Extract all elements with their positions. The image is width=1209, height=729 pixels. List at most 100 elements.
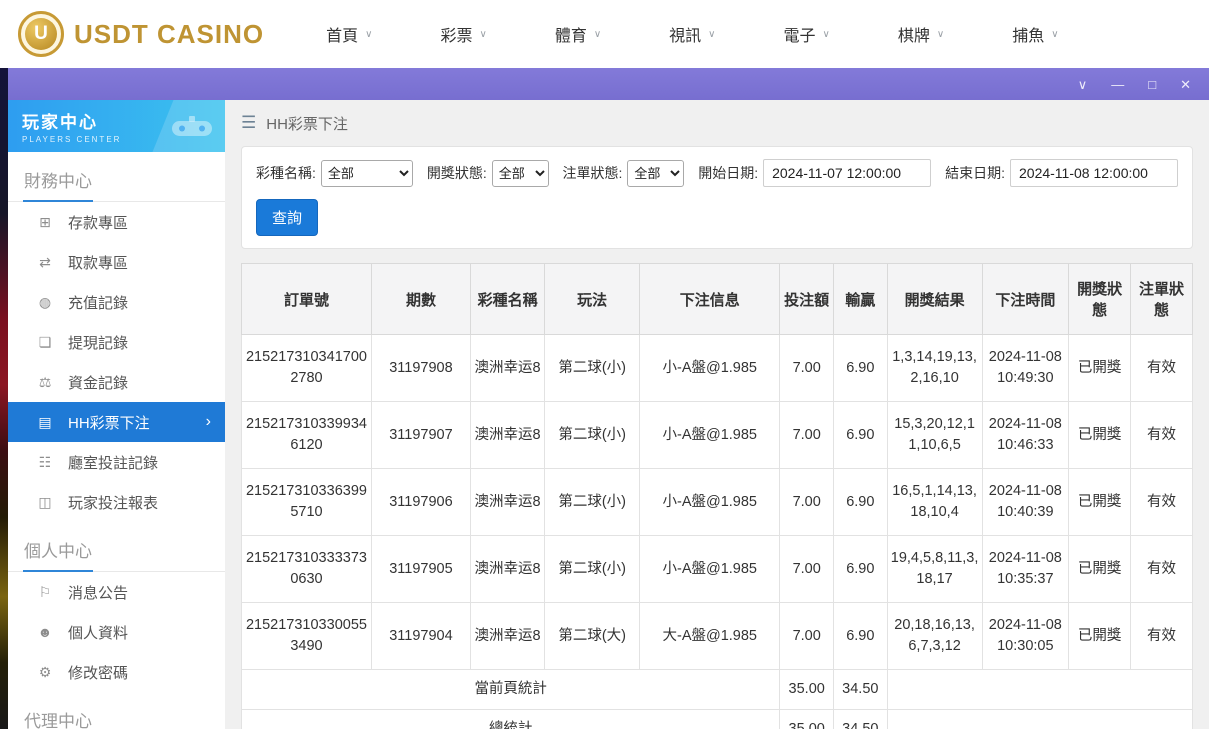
table-cell: 有效 bbox=[1130, 535, 1193, 604]
withdrawal-records-icon: ❏ bbox=[38, 333, 52, 350]
table-body: 2152173103417002780 31197908 澳洲幸运8 第二球(小) 小-… bbox=[240, 333, 1194, 729]
nav-item-label: 捕魚 bbox=[1012, 28, 1045, 45]
summary-winloss-total: 34.50 bbox=[833, 709, 888, 729]
table-cell: 20,18,16,13,6,7,3,12 bbox=[886, 602, 983, 671]
table-cell: 已開獎 bbox=[1068, 401, 1132, 470]
table-cell: 澳洲幸运8 bbox=[469, 401, 546, 470]
draw-status-select[interactable]: 全部 bbox=[491, 159, 549, 187]
recharge-records-icon: ◍ bbox=[38, 293, 52, 310]
sidebar-item-label: 取款專區 bbox=[68, 254, 129, 272]
table-row: 2152173103363995710 31197906 澳洲幸运8 第二球(小) 小-… bbox=[241, 468, 1193, 537]
chevron-right-icon: › bbox=[205, 413, 211, 430]
table-cell: 澳洲幸运8 bbox=[469, 333, 546, 403]
sidebar-item-label: 提現記錄 bbox=[68, 334, 129, 352]
table-cell: 7.00 bbox=[779, 401, 834, 470]
sidebar-section-header: 代理中心 bbox=[8, 692, 225, 729]
table-cell: 有效 bbox=[1130, 602, 1193, 671]
sidebar-item-withdraw-area[interactable]: ⇄ 取款專區 bbox=[8, 242, 225, 282]
summary-empty-cell bbox=[886, 709, 1194, 729]
column-header: 下注時間 bbox=[981, 263, 1070, 335]
table-cell: 7.00 bbox=[779, 333, 834, 403]
bet-report-icon: ◫ bbox=[38, 493, 52, 510]
summary-row: 總統計35.0034.50 bbox=[240, 709, 1194, 729]
summary-label: 當前頁統計 bbox=[240, 669, 781, 711]
sidebar-item-fund-records[interactable]: ⚖ 資金記錄 bbox=[8, 362, 225, 402]
sidebar-item-announcements[interactable]: ⚐ 消息公告 bbox=[8, 572, 225, 612]
table-cell: 已開獎 bbox=[1068, 535, 1132, 604]
minimize-button[interactable]: — bbox=[1111, 78, 1124, 91]
sidebar-item-profile[interactable]: ☻ 個人資料 bbox=[8, 612, 225, 652]
sidebar-item-withdrawal-records[interactable]: ❏ 提現記錄 bbox=[8, 322, 225, 362]
table-cell: 31197906 bbox=[370, 468, 471, 537]
hamburger-icon[interactable]: ☰ bbox=[241, 113, 256, 133]
nav-item-fishing[interactable]: 捕魚 ∨ bbox=[1012, 22, 1058, 46]
sidebar-item-label: HH彩票下注 bbox=[68, 414, 150, 432]
query-button[interactable]: 查詢 bbox=[256, 199, 319, 236]
column-header: 輸贏 bbox=[833, 263, 888, 335]
column-header: 訂單號 bbox=[241, 263, 372, 335]
table-cell: 有效 bbox=[1130, 468, 1193, 537]
column-header: 投注額 bbox=[779, 263, 834, 335]
lottery-name-label: 彩種名稱: bbox=[256, 165, 316, 181]
logo-emblem-icon: U bbox=[18, 11, 64, 57]
page-title: HH彩票下注 bbox=[266, 115, 348, 133]
chevron-down-icon: ∨ bbox=[936, 28, 945, 40]
end-date-input[interactable] bbox=[1010, 159, 1178, 187]
summary-empty-cell bbox=[886, 669, 1194, 711]
table-cell: 2152173103417002780 bbox=[241, 333, 372, 403]
chevron-down-icon: ∨ bbox=[708, 28, 716, 40]
sidebar-item-label: 廳室投註記錄 bbox=[68, 454, 159, 472]
table-cell: 有效 bbox=[1130, 401, 1193, 470]
close-button[interactable]: ✕ bbox=[1180, 78, 1191, 91]
column-header: 開獎結果 bbox=[886, 263, 983, 335]
person-icon: ☻ bbox=[37, 624, 53, 640]
sidebar-item-player-bet-report[interactable]: ◫ 玩家投注報表 bbox=[8, 482, 225, 522]
start-date-input[interactable] bbox=[763, 159, 932, 187]
table-cell: 已開獎 bbox=[1068, 602, 1132, 671]
lottery-name-select[interactable]: 全部 bbox=[320, 159, 413, 187]
chevron-down-icon: ∨ bbox=[593, 28, 602, 40]
nav-item-sports[interactable]: 體育 ∨ bbox=[555, 22, 601, 46]
site-logo[interactable]: U USDT CASINO bbox=[18, 11, 264, 57]
table-head: 訂單號 期數 彩種名稱 玩法 下注信息 投注額 輸贏 開獎結果 下注時間 開獎狀態 注單狀態 bbox=[241, 263, 1193, 335]
table-header-row: 訂單號 期數 彩種名稱 玩法 下注信息 投注額 輸贏 開獎結果 下注時間 開獎狀態 注單狀態 bbox=[241, 263, 1193, 335]
sidebar-section-header: 個人中心 bbox=[8, 522, 225, 572]
sidebar-item-room-bet-records[interactable]: ☷ 廳室投註記錄 bbox=[8, 442, 225, 482]
summary-label: 總統計 bbox=[240, 709, 781, 729]
nav-item-video[interactable]: 視訊 ∨ bbox=[669, 22, 715, 46]
sidebar-item-recharge-records[interactable]: ◍ 充值記錄 bbox=[8, 282, 225, 322]
sidebar-item-label: 消息公告 bbox=[68, 584, 129, 602]
table-cell: 31197904 bbox=[370, 602, 471, 671]
start-date-label: 開始日期: bbox=[698, 165, 759, 181]
nav-item-lottery[interactable]: 彩票 ∨ bbox=[440, 22, 486, 46]
nav-item-label: 首頁 bbox=[326, 28, 359, 45]
chevron-down-icon: ∨ bbox=[1051, 28, 1059, 40]
table-cell: 2024-11-08 10:30:05 bbox=[981, 602, 1070, 671]
site-header: U USDT CASINO 首頁 ∨ 彩票 ∨ 體育 ∨ 視訊 ∨ 電子 ∨ 棋牌 ∨ 捕魚 ∨ bbox=[0, 0, 1209, 68]
nav-item-electronic[interactable]: 電子 ∨ bbox=[784, 22, 830, 46]
table-cell: 第二球(小) bbox=[544, 535, 641, 604]
sidebar-item-hh-lottery-bets[interactable]: ▤ HH彩票下注 › bbox=[8, 402, 225, 442]
nav-item-label: 棋牌 bbox=[897, 28, 930, 45]
collapse-button[interactable]: ∨ bbox=[1078, 78, 1088, 91]
sidebar-item-deposit-area[interactable]: ⊞ 存款專區 bbox=[8, 202, 225, 242]
gamepad-icon bbox=[172, 116, 212, 136]
maximize-button[interactable]: □ bbox=[1148, 78, 1156, 91]
table-cell: 31197907 bbox=[370, 401, 471, 470]
column-header: 玩法 bbox=[544, 263, 641, 335]
table-cell: 2024-11-08 10:40:39 bbox=[981, 468, 1070, 537]
sidebar-item-change-password[interactable]: ⚙ 修改密碼 bbox=[8, 652, 225, 692]
deposit-icon: ⊞ bbox=[39, 213, 51, 230]
nav-item-board-games[interactable]: 棋牌 ∨ bbox=[898, 22, 944, 46]
table-cell: 第二球(小) bbox=[544, 333, 641, 403]
table-cell: 6.90 bbox=[833, 333, 888, 403]
table-cell: 第二球(小) bbox=[544, 401, 641, 470]
bets-table: 訂單號 期數 彩種名稱 玩法 下注信息 投注額 輸贏 開獎結果 下注時間 開獎狀態 注單狀態 215… bbox=[240, 263, 1194, 729]
table-row: 2152173103399346120 31197907 澳洲幸运8 第二球(小) 小-… bbox=[241, 401, 1193, 470]
nav-item-home[interactable]: 首頁 ∨ bbox=[326, 22, 372, 46]
order-status-select[interactable]: 全部 bbox=[627, 159, 685, 187]
table-cell: 已開獎 bbox=[1068, 468, 1132, 537]
table-cell: 2152173103300553490 bbox=[241, 602, 372, 671]
sidebar-section-header: 財務中心 bbox=[8, 152, 225, 202]
gear-icon: ⚙ bbox=[38, 663, 52, 680]
